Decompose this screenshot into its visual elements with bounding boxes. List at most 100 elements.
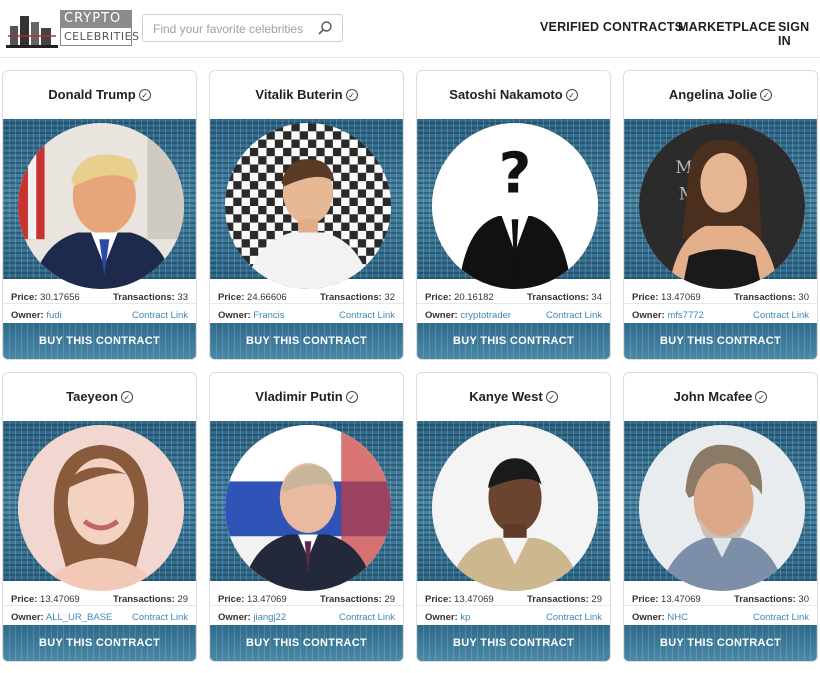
price-label: Price: (425, 292, 452, 303)
brand-line-2: CELEBRITIES (60, 28, 139, 46)
brand-line-1: CRYPTO (60, 10, 132, 28)
contract-link[interactable]: Contract Link (132, 612, 188, 623)
transactions-label: Transactions: (320, 594, 382, 605)
owner-label: Owner: (425, 310, 458, 321)
verified-check-icon: ✓ (345, 391, 358, 403)
price-label: Price: (11, 594, 38, 605)
owner-link[interactable]: fudi (46, 310, 61, 321)
owner-label: Owner: (11, 612, 44, 623)
card-divider (624, 303, 817, 304)
celebrity-name: Vladimir Putin (255, 389, 343, 404)
contract-link[interactable]: Contract Link (339, 612, 395, 623)
contract-link[interactable]: Contract Link (132, 310, 188, 321)
owner-label: Owner: (425, 612, 458, 623)
price-value: 13.47069 (661, 292, 701, 303)
nav-verified-contracts[interactable]: VERIFIED CONTRACTS (540, 20, 683, 34)
verified-check-icon: ✓ (565, 89, 578, 101)
celebrity-name: John Mcafee (673, 389, 753, 404)
celebrity-name: Vitalik Buterin (255, 87, 343, 102)
verified-check-icon: ✓ (345, 89, 358, 101)
owner-link[interactable]: jiangj22 (253, 612, 286, 623)
price-value: 13.47069 (661, 594, 701, 605)
price-value: 13.47069 (40, 594, 80, 605)
celebrity-card[interactable]: Taeyeon ✓ Price: 13.47069 Transactions: 2… (2, 372, 197, 662)
celebrity-name: Angelina Jolie (668, 87, 758, 102)
transactions-value: 29 (384, 594, 395, 605)
buy-contract-button[interactable]: BUY THIS CONTRACT (3, 323, 196, 359)
buy-contract-button[interactable]: BUY THIS CONTRACT (417, 323, 610, 359)
price-value: 20.16182 (454, 292, 494, 303)
contract-link[interactable]: Contract Link (546, 612, 602, 623)
celebrity-name: Satoshi Nakamoto (449, 87, 563, 102)
price-value: 13.47069 (454, 594, 494, 605)
contract-link[interactable]: Contract Link (339, 310, 395, 321)
svg-text:?: ? (499, 142, 532, 207)
site-header: CRYPTO CELEBRITIES VERIFIED CONTRACTS MA… (0, 0, 820, 58)
owner-link[interactable]: cryptotrader (460, 310, 511, 321)
transactions-label: Transactions: (734, 594, 796, 605)
verified-check-icon: ✓ (760, 89, 773, 101)
celebrity-portrait: ? (432, 123, 598, 289)
nav-marketplace[interactable]: MARKETPLACE (678, 20, 776, 34)
price-label: Price: (632, 594, 659, 605)
celebrity-card[interactable]: Vladimir Putin ✓ Price: 13.47069 Transact… (209, 372, 404, 662)
owner-label: Owner: (11, 310, 44, 321)
buy-contract-button[interactable]: BUY THIS CONTRACT (624, 625, 817, 661)
owner-link[interactable]: Francis (253, 310, 284, 321)
celebrity-name: Kanye West (469, 389, 543, 404)
transactions-value: 34 (591, 292, 602, 303)
card-divider (3, 605, 196, 606)
celebrity-card[interactable]: Angelina Jolie✓ MrMr Price: 13.47069 Tra… (623, 70, 818, 360)
card-divider (624, 605, 817, 606)
buy-contract-button[interactable]: BUY THIS CONTRACT (417, 625, 610, 661)
search-icon[interactable] (317, 20, 333, 36)
card-divider (210, 303, 403, 304)
contract-link[interactable]: Contract Link (753, 612, 809, 623)
price-label: Price: (218, 594, 245, 605)
celebrity-card[interactable]: Satoshi Nakamoto ✓ ? Price: 20.16182 Tran… (416, 70, 611, 360)
buy-contract-button[interactable]: BUY THIS CONTRACT (210, 323, 403, 359)
brand-logo[interactable]: CRYPTO CELEBRITIES (6, 6, 139, 48)
transactions-label: Transactions: (320, 292, 382, 303)
transactions-value: 32 (384, 292, 395, 303)
owner-link[interactable]: kp (460, 612, 470, 623)
price-label: Price: (11, 292, 38, 303)
celebrity-portrait (639, 425, 805, 591)
price-label: Price: (218, 292, 245, 303)
celebrity-portrait (18, 425, 184, 591)
price-label: Price: (632, 292, 659, 303)
verified-check-icon: ✓ (138, 89, 151, 101)
transactions-label: Transactions: (113, 292, 175, 303)
celebrity-card[interactable]: Vitalik Buterin ✓ Price: 24.66606 Transac… (209, 70, 404, 360)
buy-contract-button[interactable]: BUY THIS CONTRACT (210, 625, 403, 661)
celebrity-card[interactable]: Donald Trump ✓ Price: 30.17656 Transactio… (2, 70, 197, 360)
card-divider (417, 303, 610, 304)
transactions-value: 29 (591, 594, 602, 605)
owner-label: Owner: (632, 310, 665, 321)
celebrity-portrait (225, 123, 391, 289)
buy-contract-button[interactable]: BUY THIS CONTRACT (3, 625, 196, 661)
owner-link[interactable]: NHC (667, 612, 688, 623)
contract-link[interactable]: Contract Link (546, 310, 602, 321)
owner-label: Owner: (218, 310, 251, 321)
search-input[interactable] (153, 20, 313, 38)
transactions-label: Transactions: (527, 594, 589, 605)
verified-check-icon: ✓ (120, 391, 133, 403)
buy-contract-button[interactable]: BUY THIS CONTRACT (624, 323, 817, 359)
search-box (142, 14, 343, 42)
owner-link[interactable]: mfs7772 (667, 310, 703, 321)
celebrity-portrait (432, 425, 598, 591)
celebrity-portrait: MrMr (639, 123, 805, 289)
owner-link[interactable]: ALL_UR_BASE (46, 612, 113, 623)
price-label: Price: (425, 594, 452, 605)
price-value: 13.47069 (247, 594, 287, 605)
contract-link[interactable]: Contract Link (753, 310, 809, 321)
celebrity-name: Donald Trump (48, 87, 136, 102)
price-value: 24.66606 (247, 292, 287, 303)
celebrity-card[interactable]: Kanye West ✓ Price: 13.47069 Transactions… (416, 372, 611, 662)
verified-check-icon: ✓ (545, 391, 558, 403)
owner-label: Owner: (218, 612, 251, 623)
nav-sign-in[interactable]: SIGN IN (778, 20, 820, 48)
celebrity-card[interactable]: John Mcafee ✓ Price: 13.47069 Transaction… (623, 372, 818, 662)
transactions-label: Transactions: (527, 292, 589, 303)
